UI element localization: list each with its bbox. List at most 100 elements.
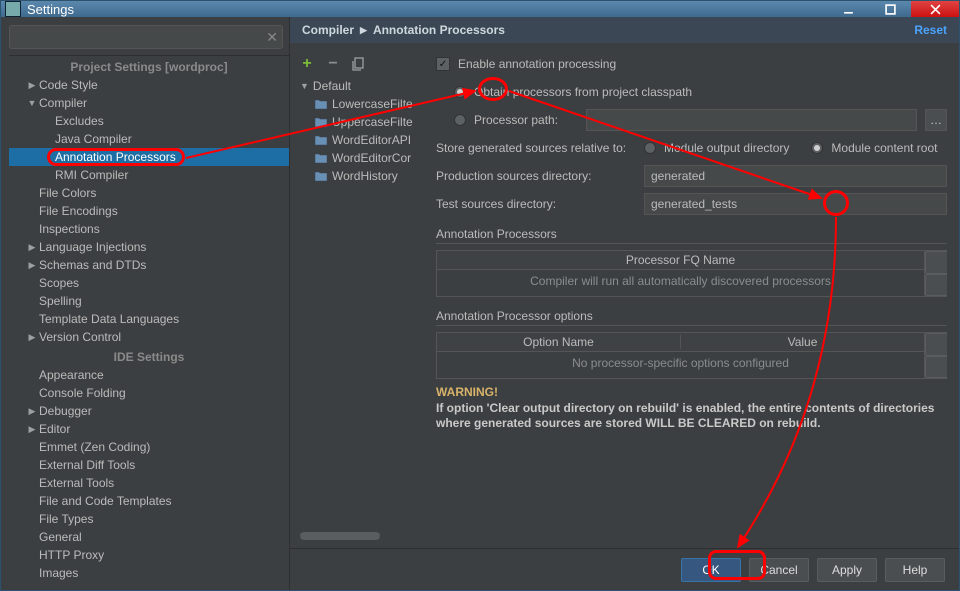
sidebar-item-label: Scopes bbox=[37, 276, 79, 290]
help-button[interactable]: Help bbox=[885, 558, 945, 582]
sidebar-item[interactable]: ▼Compiler bbox=[9, 94, 289, 112]
module-folder-icon bbox=[314, 152, 328, 164]
module-content-root-radio[interactable] bbox=[811, 142, 823, 154]
sidebar-item-label: Spelling bbox=[37, 294, 82, 308]
sidebar-item[interactable]: Console Folding bbox=[9, 384, 289, 402]
window-title: Settings bbox=[27, 2, 827, 17]
obtain-classpath-label: Obtain processors from project classpath bbox=[474, 85, 692, 99]
sidebar-item[interactable]: ▶Debugger bbox=[9, 402, 289, 420]
enable-checkbox[interactable]: ✓ bbox=[436, 57, 450, 71]
module-content-root-label: Module content root bbox=[831, 141, 937, 155]
sidebar-item[interactable]: External Tools bbox=[9, 474, 289, 492]
sidebar-item-label: File and Code Templates bbox=[37, 494, 172, 508]
module-label: WordEditorAPI bbox=[332, 133, 411, 147]
remove-profile-button[interactable]: − bbox=[326, 57, 340, 71]
module-output-label: Module output directory bbox=[664, 141, 789, 155]
options-empty: No processor-specific options configured bbox=[437, 352, 924, 378]
sidebar-item[interactable]: Excludes bbox=[9, 112, 289, 130]
sidebar-item[interactable]: File and Code Templates bbox=[9, 492, 289, 510]
module-item[interactable]: LowercaseFilte bbox=[298, 95, 428, 113]
module-item[interactable]: WordHistory bbox=[298, 167, 428, 185]
enable-label: Enable annotation processing bbox=[458, 57, 616, 71]
profile-root[interactable]: ▼ Default bbox=[298, 77, 428, 95]
sidebar-item[interactable]: Spelling bbox=[9, 292, 289, 310]
maximize-button[interactable] bbox=[869, 1, 911, 17]
sidebar-item-label: Excludes bbox=[53, 114, 104, 128]
sidebar-item[interactable]: ▶Editor bbox=[9, 420, 289, 438]
sidebar-item[interactable]: File Colors bbox=[9, 184, 289, 202]
opt-subheader: Annotation Processor options bbox=[436, 309, 947, 326]
cancel-button[interactable]: Cancel bbox=[749, 558, 809, 582]
ap-subheader: Annotation Processors bbox=[436, 227, 947, 244]
more-option-button[interactable]: » bbox=[925, 356, 947, 379]
add-processor-button[interactable]: + bbox=[925, 251, 947, 274]
sidebar-item[interactable]: ▶Language Injections bbox=[9, 238, 289, 256]
horizontal-scrollbar[interactable] bbox=[298, 530, 428, 542]
add-option-button[interactable]: + bbox=[925, 333, 947, 356]
profile-tree[interactable]: ▼ Default LowercaseFilte UppercaseFilte Wo… bbox=[298, 77, 428, 530]
sidebar-item[interactable]: Appearance bbox=[9, 366, 289, 384]
breadcrumb-a[interactable]: Compiler bbox=[302, 23, 354, 37]
dialog-footer: OK Cancel Apply Help bbox=[290, 548, 959, 590]
sidebar-item[interactable]: Images bbox=[9, 564, 289, 582]
obtain-classpath-radio[interactable] bbox=[454, 86, 466, 98]
minimize-button[interactable] bbox=[827, 1, 869, 17]
sidebar-item[interactable]: General bbox=[9, 528, 289, 546]
sidebar: ✕ Project Settings [wordproc] ▶Code Styl… bbox=[1, 17, 289, 590]
sidebar-item[interactable]: Emmet (Zen Coding) bbox=[9, 438, 289, 456]
sidebar-item[interactable]: Annotation Processors bbox=[9, 148, 289, 166]
project-settings-header: Project Settings [wordproc] bbox=[9, 56, 289, 76]
chevron-down-icon: ▼ bbox=[300, 81, 309, 91]
annotation-processors-form: ✓ Enable annotation processing Obtain pr… bbox=[436, 53, 947, 542]
module-label: UppercaseFilte bbox=[332, 115, 413, 129]
options-table: Option Name Value No processor-specific … bbox=[436, 332, 947, 379]
sidebar-item-label: RMI Compiler bbox=[53, 168, 128, 182]
sidebar-item[interactable]: Template Data Languages bbox=[9, 310, 289, 328]
prod-dir-field[interactable]: generated bbox=[644, 165, 947, 187]
browse-button[interactable]: … bbox=[925, 109, 947, 131]
test-dir-field[interactable]: generated_tests bbox=[644, 193, 947, 215]
sidebar-item[interactable]: Scopes bbox=[9, 274, 289, 292]
sidebar-item-label: Editor bbox=[37, 422, 70, 436]
reset-link[interactable]: Reset bbox=[914, 23, 947, 37]
sidebar-item[interactable]: External Diff Tools bbox=[9, 456, 289, 474]
sidebar-item[interactable]: Java Compiler bbox=[9, 130, 289, 148]
expand-icon: ▶ bbox=[27, 80, 37, 91]
sidebar-item[interactable]: RMI Compiler bbox=[9, 166, 289, 184]
copy-profile-button[interactable] bbox=[352, 57, 366, 71]
processor-path-field[interactable] bbox=[586, 109, 917, 131]
sidebar-item[interactable]: File Encodings bbox=[9, 202, 289, 220]
expand-icon: ▶ bbox=[27, 332, 37, 343]
sidebar-item-label: External Diff Tools bbox=[37, 458, 135, 472]
sidebar-item-label: Code Style bbox=[37, 78, 98, 92]
ide-settings-header: IDE Settings bbox=[9, 346, 289, 366]
search-input[interactable]: ✕ bbox=[9, 25, 283, 49]
option-value-col: Value bbox=[681, 335, 924, 349]
processors-col-header: Processor FQ Name bbox=[437, 251, 924, 270]
module-item[interactable]: UppercaseFilte bbox=[298, 113, 428, 131]
sidebar-item[interactable]: ▶Code Style bbox=[9, 76, 289, 94]
sidebar-item[interactable]: ▶Version Control bbox=[9, 328, 289, 346]
module-label: LowercaseFilte bbox=[332, 97, 413, 111]
module-item[interactable]: WordEditorCor bbox=[298, 149, 428, 167]
sidebar-item[interactable]: File Types bbox=[9, 510, 289, 528]
close-button[interactable] bbox=[911, 1, 959, 17]
expand-icon: ▶ bbox=[27, 406, 37, 417]
breadcrumb-b: Annotation Processors bbox=[373, 23, 505, 37]
expand-icon: ▶ bbox=[27, 242, 37, 253]
ok-button[interactable]: OK bbox=[681, 558, 741, 582]
module-label: WordEditorCor bbox=[332, 151, 411, 165]
sidebar-item[interactable]: HTTP Proxy bbox=[9, 546, 289, 564]
sidebar-item[interactable]: Inspections bbox=[9, 220, 289, 238]
processor-path-radio[interactable] bbox=[454, 114, 466, 126]
sidebar-item-label: File Colors bbox=[37, 186, 96, 200]
sidebar-item[interactable]: ▶Schemas and DTDs bbox=[9, 256, 289, 274]
module-item[interactable]: WordEditorAPI bbox=[298, 131, 428, 149]
prod-dir-label: Production sources directory: bbox=[436, 169, 636, 183]
apply-button[interactable]: Apply bbox=[817, 558, 877, 582]
module-output-radio[interactable] bbox=[644, 142, 656, 154]
add-profile-button[interactable]: + bbox=[300, 57, 314, 71]
module-folder-icon bbox=[314, 170, 328, 182]
more-processor-button[interactable]: » bbox=[925, 274, 947, 297]
clear-icon[interactable]: ✕ bbox=[266, 29, 278, 46]
